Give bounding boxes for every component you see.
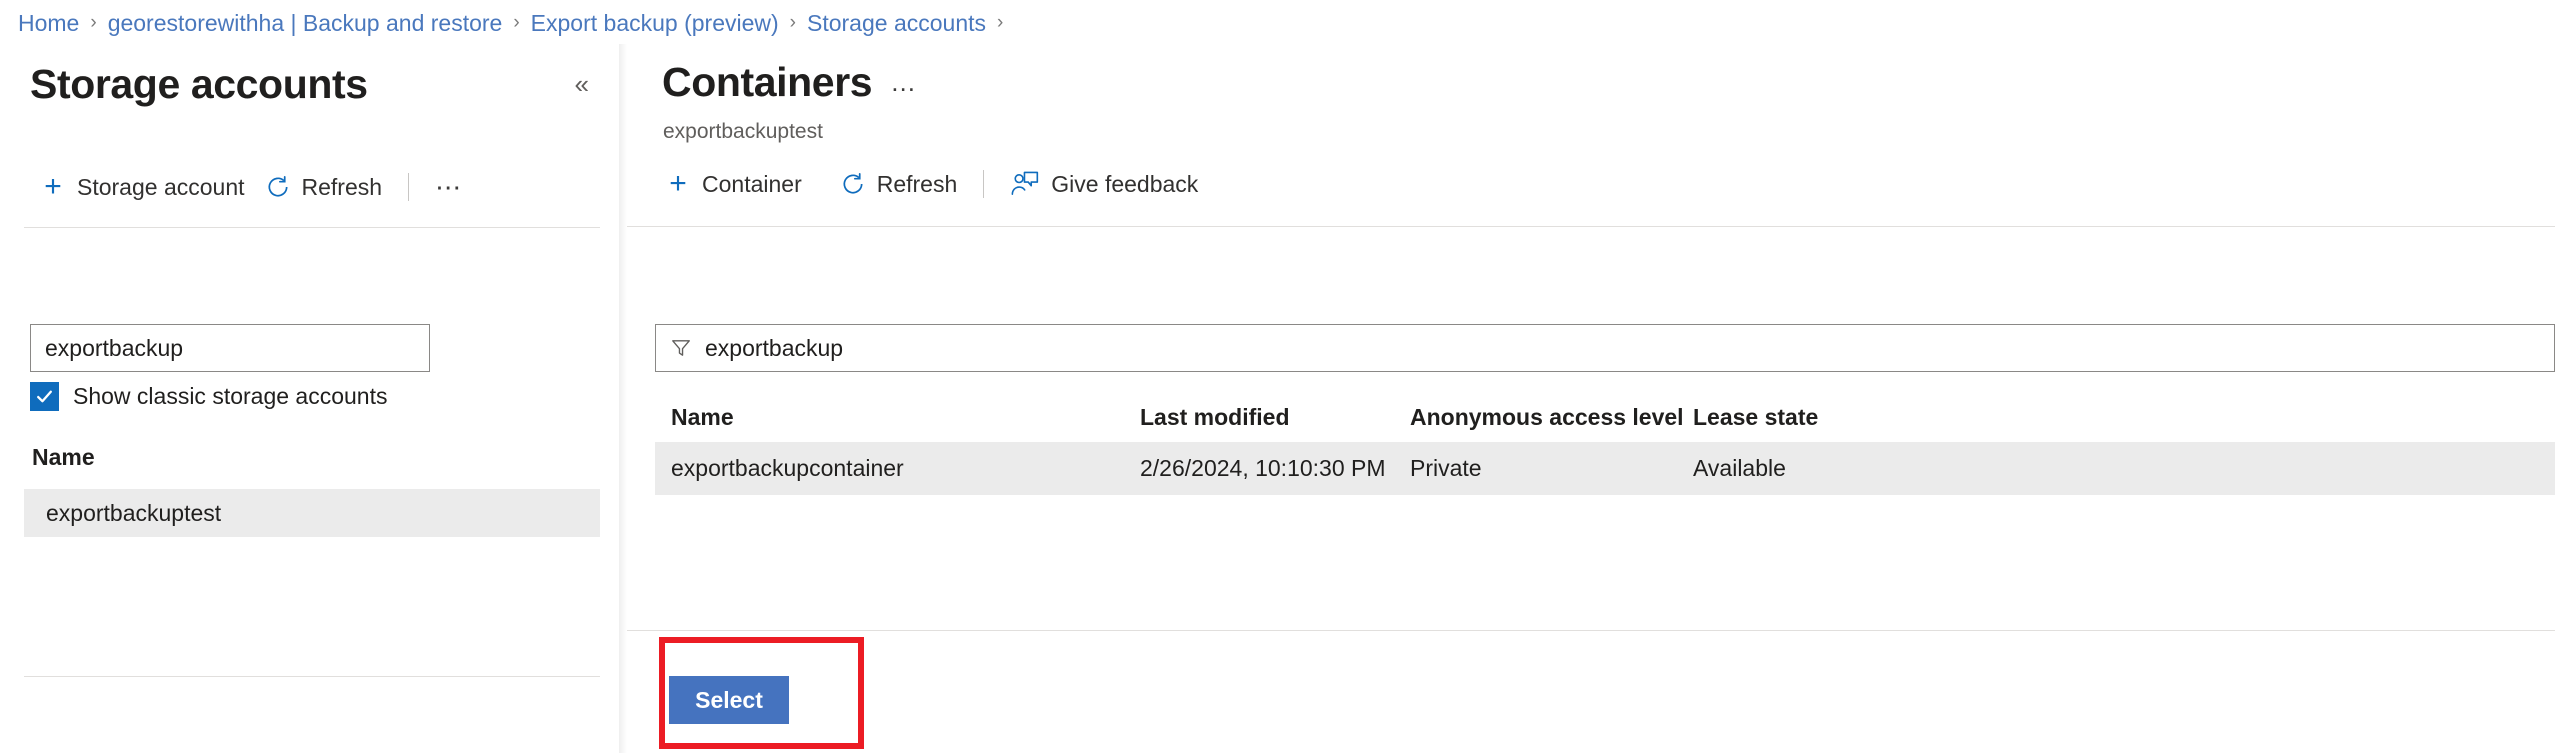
plus-icon: + [665, 169, 691, 199]
column-header-last-modified[interactable]: Last modified [1140, 404, 1410, 431]
left-toolbar: + Storage account Refresh ⋯ [30, 167, 473, 207]
breadcrumb: Home › georestorewithha | Backup and res… [18, 8, 1014, 38]
page-title: Storage accounts [30, 60, 368, 108]
breadcrumb-item-storage-accounts[interactable]: Storage accounts [807, 8, 986, 38]
select-button[interactable]: Select [669, 676, 789, 724]
storage-accounts-column-header-name: Name [32, 444, 95, 471]
add-storage-account-label: Storage account [77, 174, 245, 201]
containers-toolbar-divider [627, 226, 2555, 227]
filter-funnel-icon [670, 337, 692, 359]
add-container-label: Container [702, 171, 802, 198]
add-storage-account-button[interactable]: + Storage account [30, 168, 255, 206]
blade-action-bar: Select [627, 630, 2555, 753]
table-header-row: Name Last modified Anonymous access leve… [655, 392, 2555, 442]
storage-account-filter-value: exportbackup [45, 335, 183, 362]
give-feedback-button[interactable]: Give feedback [1000, 166, 1208, 202]
ellipsis-icon[interactable]: … [890, 69, 918, 95]
storage-account-filter-input[interactable]: exportbackup [30, 324, 430, 372]
left-blade-header: Storage accounts « [30, 60, 597, 108]
person-feedback-icon [1010, 170, 1040, 198]
storage-account-name: exportbackuptest [46, 500, 221, 527]
column-header-anonymous-access-level[interactable]: Anonymous access level [1410, 404, 1693, 431]
azure-portal-screen: Home › georestorewithha | Backup and res… [0, 0, 2555, 753]
toolbar-bottom-divider [24, 227, 600, 228]
left-blade-footer-divider [24, 676, 600, 677]
plus-icon: + [40, 172, 66, 202]
toolbar-divider [408, 173, 409, 201]
breadcrumb-separator-icon: › [513, 8, 519, 38]
checkbox-checked-icon [30, 382, 59, 411]
refresh-icon [840, 171, 866, 197]
list-item[interactable]: exportbackuptest [24, 489, 600, 537]
right-blade-header: Containers … [662, 58, 918, 106]
cell-last-modified: 2/26/2024, 10:10:30 PM [1140, 455, 1410, 482]
storage-accounts-blade: Storage accounts « + Storage account Ref… [0, 44, 627, 753]
cell-anonymous-access-level: Private [1410, 455, 1693, 482]
breadcrumb-item-home[interactable]: Home [18, 8, 79, 38]
show-classic-storage-accounts-checkbox[interactable]: Show classic storage accounts [30, 382, 388, 411]
toolbar-divider [983, 170, 984, 198]
breadcrumb-separator-icon: › [790, 8, 796, 38]
refresh-containers-label: Refresh [877, 171, 958, 198]
refresh-containers-button[interactable]: Refresh [830, 167, 968, 202]
cell-lease-state: Available [1693, 455, 1953, 482]
containers-toolbar: + Container Refresh [655, 164, 1208, 204]
breadcrumb-item-backup-and-restore[interactable]: georestorewithha | Backup and restore [108, 8, 503, 38]
breadcrumb-separator-icon: › [997, 8, 1003, 38]
containers-title: Containers [662, 58, 872, 106]
column-header-name[interactable]: Name [655, 404, 1140, 431]
containers-table: Name Last modified Anonymous access leve… [655, 392, 2555, 495]
table-row[interactable]: exportbackupcontainer 2/26/2024, 10:10:3… [655, 442, 2555, 495]
breadcrumb-separator-icon: › [90, 8, 96, 38]
container-filter-value: exportbackup [705, 335, 843, 362]
ellipsis-icon: ⋯ [435, 174, 463, 200]
containers-subtitle: exportbackuptest [663, 120, 823, 144]
more-commands-button[interactable]: ⋯ [425, 170, 473, 204]
refresh-icon [265, 174, 291, 200]
container-filter-input[interactable]: exportbackup [655, 324, 2555, 372]
show-classic-storage-accounts-label: Show classic storage accounts [73, 383, 388, 410]
refresh-label: Refresh [302, 174, 383, 201]
cell-container-name: exportbackupcontainer [655, 455, 1140, 482]
give-feedback-label: Give feedback [1051, 171, 1198, 198]
refresh-button[interactable]: Refresh [255, 170, 393, 205]
breadcrumb-item-export-backup[interactable]: Export backup (preview) [531, 8, 779, 38]
chevron-double-left-icon[interactable]: « [567, 67, 597, 101]
add-container-button[interactable]: + Container [655, 165, 812, 203]
column-header-lease-state[interactable]: Lease state [1693, 404, 1953, 431]
